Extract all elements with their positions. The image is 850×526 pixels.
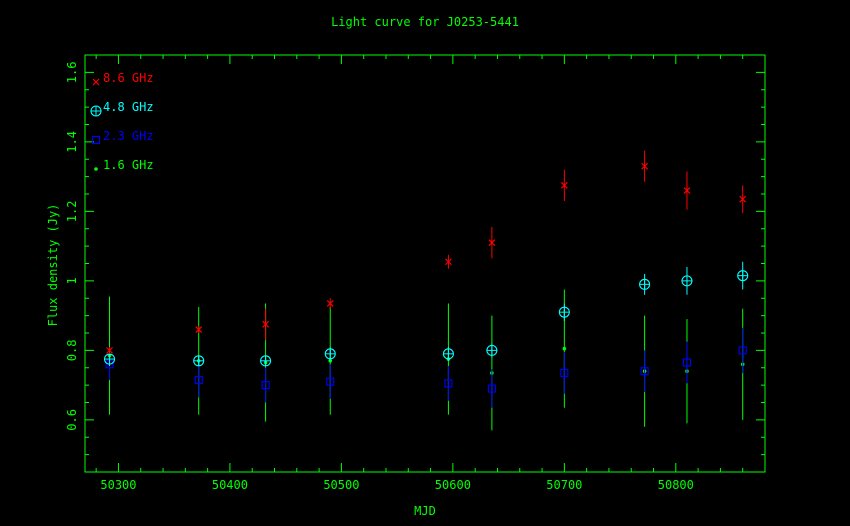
legend-label: 2.3 GHz <box>103 129 154 143</box>
chart-title: Light curve for J0253-5441 <box>331 15 519 29</box>
y-tick-label: 0.6 <box>65 409 79 431</box>
x-tick-label: 50300 <box>100 478 136 492</box>
data-point <box>558 306 570 318</box>
data-point <box>442 348 454 360</box>
y-tick-label: 0.8 <box>65 340 79 362</box>
x-tick-label: 50800 <box>658 478 694 492</box>
data-point <box>639 278 651 290</box>
data-point <box>103 353 116 365</box>
legend-label: 8.6 GHz <box>103 71 154 85</box>
x-tick-label: 50500 <box>323 478 359 492</box>
x-tick-label: 50600 <box>435 478 471 492</box>
y-axis-label: Flux density (Jy) <box>46 204 60 327</box>
light-curve-chart: Light curve for J0253-5441 MJD Flux dens… <box>0 0 850 526</box>
y-tick-label: 1.2 <box>65 201 79 223</box>
legend-label: 1.6 GHz <box>103 158 154 172</box>
y-tick-label: 1.6 <box>65 62 79 84</box>
legend-marker <box>94 167 98 171</box>
data-point <box>562 346 567 351</box>
data-point <box>737 270 749 282</box>
y-tick-label: 1 <box>65 277 79 284</box>
legend-marker <box>90 105 102 117</box>
x-axis-label: MJD <box>414 504 436 518</box>
data-point <box>324 348 336 360</box>
x-tick-label: 50700 <box>546 478 582 492</box>
x-tick-label: 50400 <box>212 478 248 492</box>
data-point <box>193 355 205 367</box>
data-point <box>681 275 693 287</box>
data-point <box>486 344 498 356</box>
y-tick-label: 1.4 <box>65 131 79 153</box>
data-point <box>260 355 272 367</box>
legend-label: 4.8 GHz <box>103 100 154 114</box>
